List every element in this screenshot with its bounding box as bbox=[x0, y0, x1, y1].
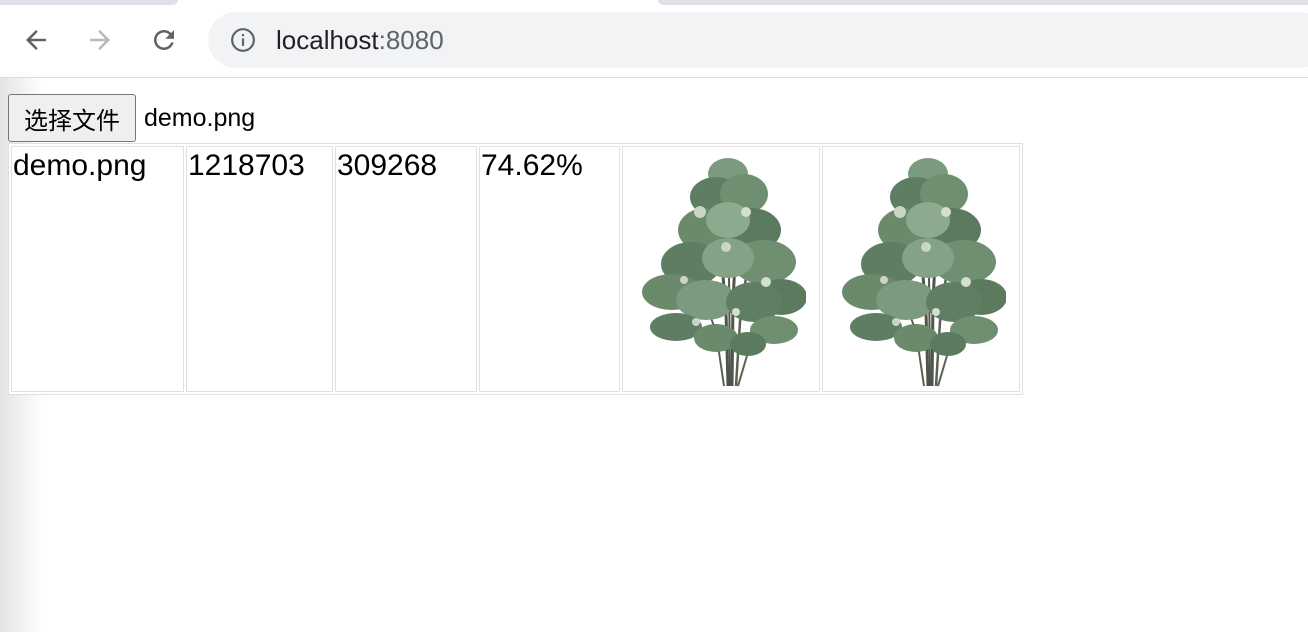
compressed-image-cell bbox=[822, 146, 1020, 392]
tree-foliage bbox=[842, 158, 1006, 356]
arrow-right-icon bbox=[90, 30, 110, 50]
tree-image-compressed bbox=[842, 158, 1006, 387]
forward-button[interactable] bbox=[80, 20, 120, 60]
info-circle-icon[interactable] bbox=[230, 27, 256, 53]
compressed-size-cell: 309268 bbox=[335, 146, 477, 392]
url-host: localhost bbox=[276, 25, 379, 55]
tree-foliage bbox=[642, 158, 806, 356]
address-bar[interactable]: localhost:8080 bbox=[208, 12, 1308, 68]
tab-strip-right bbox=[658, 0, 1308, 5]
tree-image-original bbox=[642, 158, 806, 387]
results-table: demo.png 1218703 309268 74.62% bbox=[8, 143, 1023, 395]
file-name-cell: demo.png bbox=[11, 146, 184, 392]
reload-button[interactable] bbox=[144, 20, 184, 60]
browser-toolbar: localhost:8080 bbox=[0, 0, 1308, 78]
url-text[interactable]: localhost:8080 bbox=[276, 25, 444, 55]
selected-file-name: demo.png bbox=[144, 103, 256, 132]
tab-strip-left bbox=[0, 0, 178, 5]
back-button[interactable] bbox=[16, 20, 56, 60]
original-image-cell bbox=[622, 146, 820, 392]
choose-file-button[interactable]: 选择文件 bbox=[8, 94, 136, 142]
arrow-left-icon bbox=[26, 30, 46, 50]
url-port: :8080 bbox=[378, 25, 444, 55]
original-size-cell: 1218703 bbox=[186, 146, 333, 392]
table-row: demo.png 1218703 309268 74.62% bbox=[11, 146, 1020, 392]
page-content: 选择文件 demo.png demo.png 1218703 309268 74… bbox=[0, 78, 1308, 632]
reload-icon bbox=[154, 30, 174, 50]
compression-ratio-cell: 74.62% bbox=[479, 146, 620, 392]
file-input[interactable]: 选择文件 demo.png bbox=[8, 94, 255, 142]
